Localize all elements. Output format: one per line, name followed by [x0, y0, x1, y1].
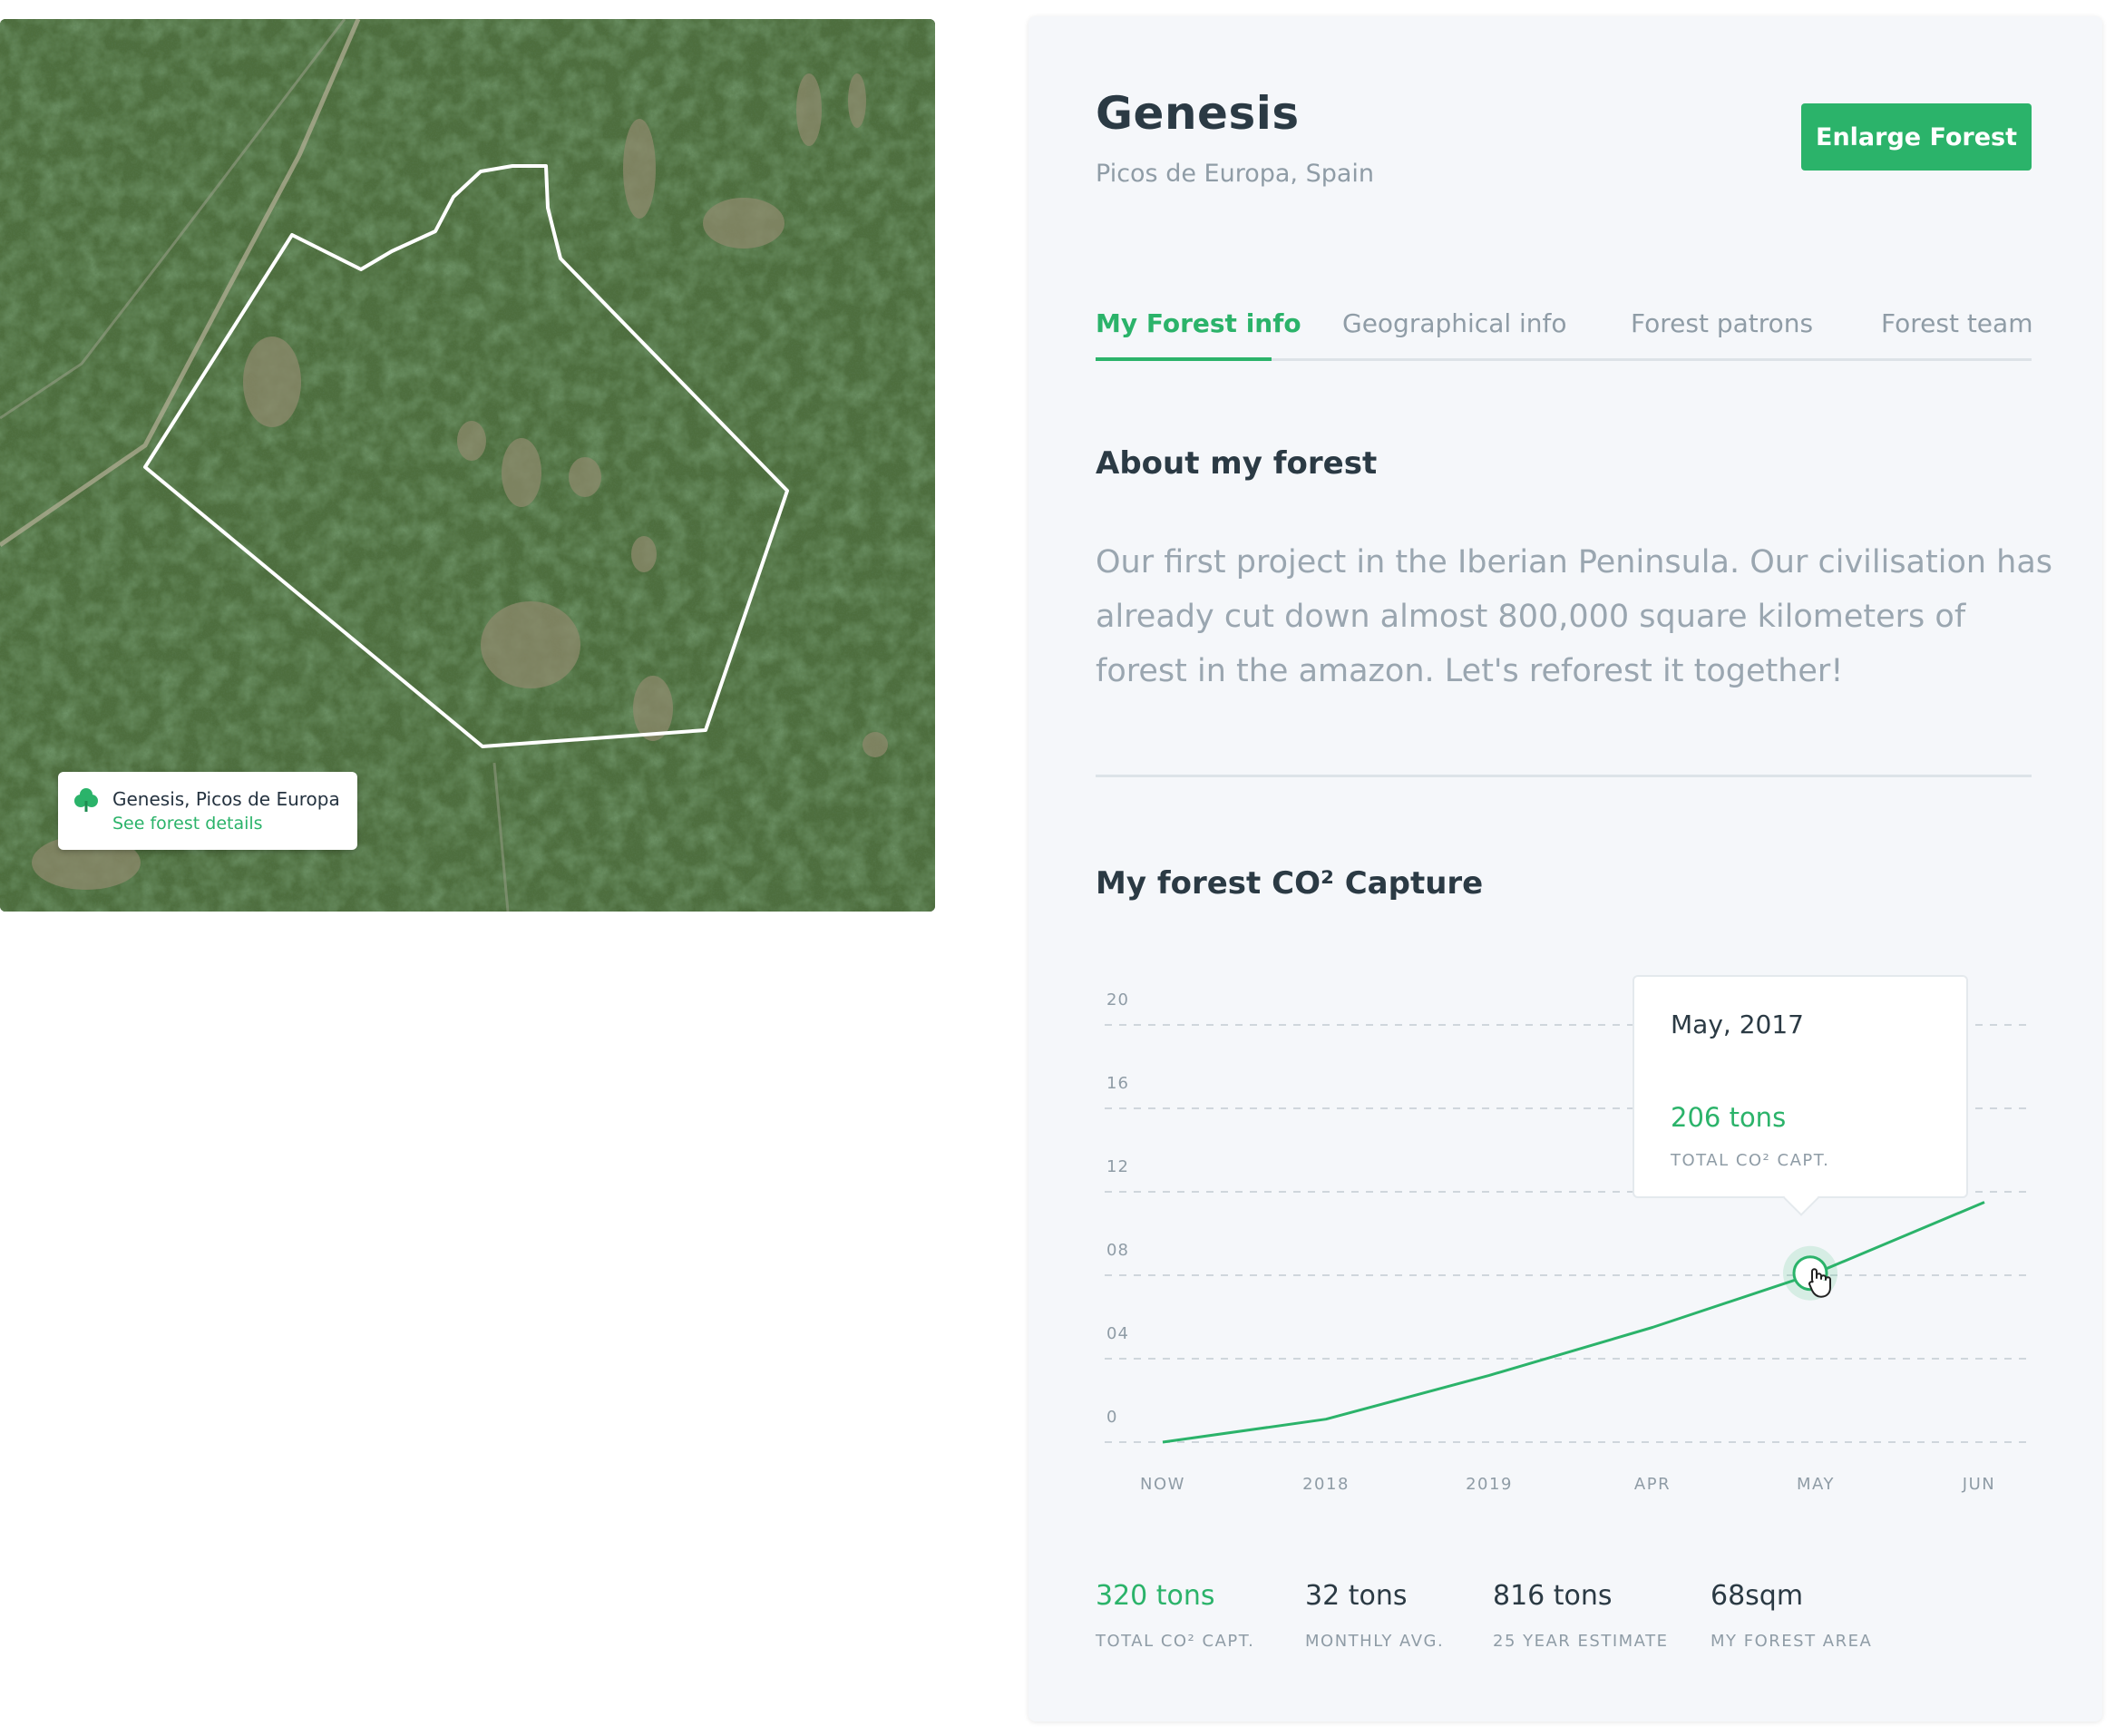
x-tick-label: MAY [1797, 1475, 1835, 1494]
stat-value: 816 tons [1493, 1580, 1613, 1612]
tab-my-forest-info[interactable]: My Forest info [1096, 308, 1301, 338]
stat-value: 320 tons [1096, 1580, 1215, 1612]
stat-forest-area: 68sqm MY FOREST AREA [1711, 1580, 1872, 1651]
x-tick-label: APR [1634, 1475, 1671, 1494]
stat-monthly-avg: 32 tons MONTHLY AVG. [1305, 1580, 1444, 1651]
stat-label: 25 YEAR ESTIMATE [1493, 1632, 1669, 1651]
stat-label: MY FOREST AREA [1711, 1632, 1873, 1651]
tab-forest-patrons[interactable]: Forest patrons [1631, 308, 1813, 338]
stat-25-year-estimate: 816 tons 25 YEAR ESTIMATE [1493, 1580, 1668, 1651]
stat-label: MONTHLY AVG. [1305, 1632, 1445, 1651]
stat-label: TOTAL CO² CAPT. [1096, 1632, 1255, 1651]
y-tick-label: 08 [1106, 1241, 1129, 1260]
forest-map-card[interactable]: Genesis, Picos de Europa See forest deta… [58, 772, 357, 850]
forest-map[interactable]: Genesis, Picos de Europa See forest deta… [0, 19, 935, 912]
co2-heading: My forest CO² Capture [1096, 865, 1484, 902]
y-tick-label: 20 [1106, 990, 1129, 1009]
stat-total-co2: 320 tons TOTAL CO² CAPT. [1096, 1580, 1254, 1651]
see-forest-details-link[interactable]: See forest details [112, 814, 263, 834]
active-tab-indicator [1096, 357, 1272, 361]
stat-value: 32 tons [1305, 1580, 1408, 1612]
section-divider [1096, 775, 2032, 777]
tab-forest-team[interactable]: Forest team [1881, 308, 2032, 338]
chart-tooltip: May, 2017 206 tons TOTAL CO² CAPT. [1633, 975, 1968, 1216]
tab-geographical-info[interactable]: Geographical info [1342, 308, 1567, 338]
forest-detail-panel: Genesis Picos de Europa, Spain Enlarge F… [1028, 16, 2102, 1721]
about-text: Our first project in the Iberian Peninsu… [1096, 544, 2053, 689]
about-heading: About my forest [1096, 445, 1378, 482]
forest-location: Picos de Europa, Spain [1096, 160, 1375, 188]
series-line [1162, 1201, 1985, 1444]
stat-value: 68sqm [1711, 1580, 1804, 1612]
y-tick-label: 12 [1106, 1157, 1129, 1176]
y-tick-label: 16 [1106, 1074, 1129, 1093]
forest-tabs: My Forest info Geographical info Forest … [1096, 288, 2032, 361]
x-tick-label: NOW [1140, 1475, 1185, 1494]
y-tick-label: 0 [1106, 1408, 1117, 1427]
map-card-title: Genesis, Picos de Europa [112, 788, 340, 810]
x-tick-label: JUN [1962, 1475, 1995, 1494]
y-tick-label: 04 [1106, 1324, 1129, 1343]
tooltip-label: TOTAL CO² CAPT. [1671, 1151, 1830, 1170]
tooltip-date: May, 2017 [1671, 1009, 1804, 1039]
tooltip-value: 206 tons [1671, 1102, 1787, 1133]
enlarge-forest-button[interactable]: Enlarge Forest [1801, 103, 2032, 171]
x-tick-label: 2018 [1302, 1475, 1350, 1494]
x-tick-label: 2019 [1466, 1475, 1513, 1494]
forest-title: Genesis [1096, 87, 1300, 140]
tree-icon [74, 788, 98, 812]
